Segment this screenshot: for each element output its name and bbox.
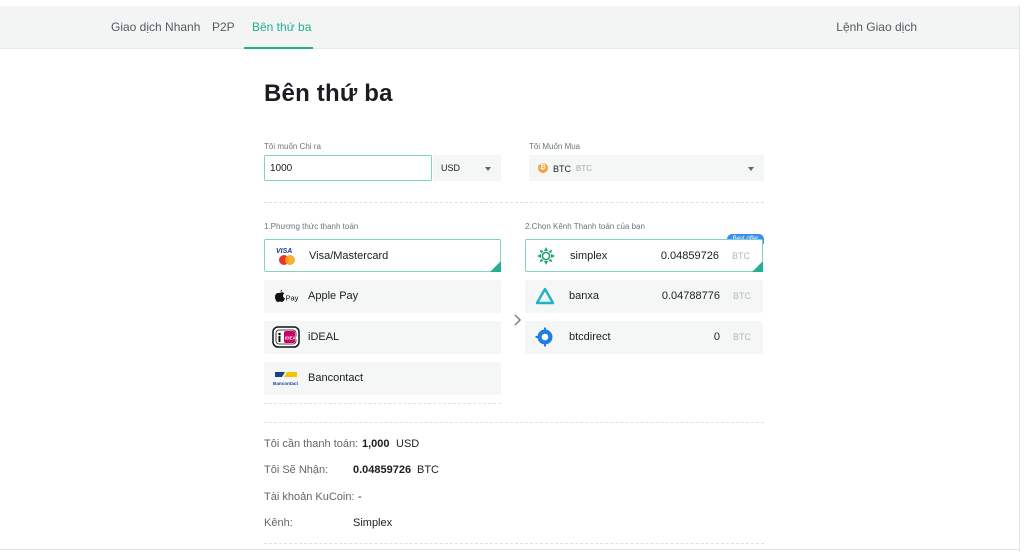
crypto-code: BTC (553, 164, 571, 174)
page-title: Bên thứ ba (264, 80, 393, 107)
divider (264, 543, 764, 544)
apple-pay-icon: Pay (275, 289, 299, 303)
selected-check-icon (490, 261, 501, 272)
chevron-right-icon[interactable] (512, 313, 522, 327)
summary-receive-unit: BTC (417, 464, 439, 476)
banxa-icon (535, 287, 555, 305)
channel-label: btcdirect (569, 331, 611, 343)
fiat-currency-value: USD (441, 163, 461, 173)
summary-account-value: - (358, 491, 362, 503)
summary-receive-value: 0.04859726 (353, 464, 412, 476)
chevron-down-icon (485, 167, 491, 171)
orders-link[interactable]: Lệnh Giao dịch (836, 20, 917, 34)
channel-unit: BTC (732, 251, 750, 261)
chevron-down-icon (748, 167, 754, 171)
summary-pay-unit: USD (396, 438, 420, 450)
channel-label: banxa (569, 290, 599, 302)
bancontact-icon: Bancontact (273, 372, 298, 386)
divider (264, 422, 764, 423)
payment-method-visa-mastercard[interactable]: VISA Visa/Mastercard (264, 239, 501, 272)
divider (264, 202, 764, 203)
channel-label: simplex (570, 250, 608, 262)
simplex-icon (537, 247, 555, 265)
crypto-select[interactable]: ₿ BTC BTC (529, 155, 764, 181)
svg-text:VISA: VISA (276, 248, 292, 255)
summary-pay-label: Tôi cần thanh toán: (264, 438, 359, 450)
payment-method-label: Apple Pay (308, 290, 359, 302)
selected-check-icon (752, 261, 763, 272)
divider (264, 403, 501, 404)
payment-method-label: Visa/Mastercard (309, 250, 389, 262)
payment-method-label: iDEAL (308, 331, 340, 343)
svg-text:Pay: Pay (286, 294, 299, 303)
summary-channel-value: Simplex (353, 517, 393, 529)
window-border (1019, 6, 1020, 552)
channel-unit: BTC (733, 291, 751, 301)
channel-unit: BTC (733, 332, 751, 342)
channel-amount: 0.04788776 (661, 290, 720, 302)
channel-amount: 0.04859726 (660, 250, 719, 262)
summary-channel-label: Kênh: (264, 517, 293, 529)
channel-heading: 2.Chọn Kênh Thanh toán của bạn (525, 222, 645, 231)
tab-p2p[interactable]: P2P (212, 20, 235, 34)
channel-btcdirect[interactable]: btcdirect 0 BTC (525, 321, 763, 354)
summary-receive-label: Tôi Sẽ Nhận: (264, 464, 329, 476)
payment-method-label: Bancontact (308, 372, 364, 384)
svg-text:Bancontact: Bancontact (273, 381, 298, 386)
bitcoin-icon: ₿ (538, 163, 548, 173)
payment-method-bancontact[interactable]: Bancontact Bancontact (264, 362, 501, 395)
fiat-currency-select[interactable]: USD (433, 155, 501, 181)
top-nav: Giao dịch Nhanh P2P Bên thứ ba Lệnh Giao… (0, 6, 1020, 49)
pay-label: Tôi muốn Chi ra (264, 142, 321, 151)
summary-account-label: Tài khoản KuCoin: (264, 491, 355, 503)
btcdirect-icon (535, 327, 553, 347)
svg-text:iDEAL: iDEAL (285, 336, 299, 341)
channel-amount: 0 (713, 331, 720, 343)
tab-quick-trade[interactable]: Giao dịch Nhanh (111, 20, 200, 34)
payment-method-heading: 1.Phương thức thanh toán (264, 222, 359, 231)
visa-mastercard-icon: VISA (276, 248, 295, 265)
payment-method-ideal[interactable]: iDEAL iDEAL (264, 321, 501, 354)
ideal-icon: iDEAL (272, 326, 300, 348)
window-border (0, 549, 1020, 550)
channel-banxa[interactable]: banxa 0.04788776 BTC (525, 280, 763, 313)
pay-amount-input[interactable] (264, 155, 432, 181)
summary-pay-value: 1,000 (362, 438, 390, 450)
payment-method-apple-pay[interactable]: Pay Apple Pay (264, 280, 501, 313)
tab-third-party[interactable]: Bên thứ ba (252, 20, 311, 34)
buy-label: Tôi Muốn Mua (529, 142, 581, 151)
active-tab-indicator (244, 47, 313, 49)
crypto-code-secondary: BTC (576, 164, 592, 173)
channel-simplex[interactable]: simplex 0.04859726 BTC (525, 239, 763, 272)
